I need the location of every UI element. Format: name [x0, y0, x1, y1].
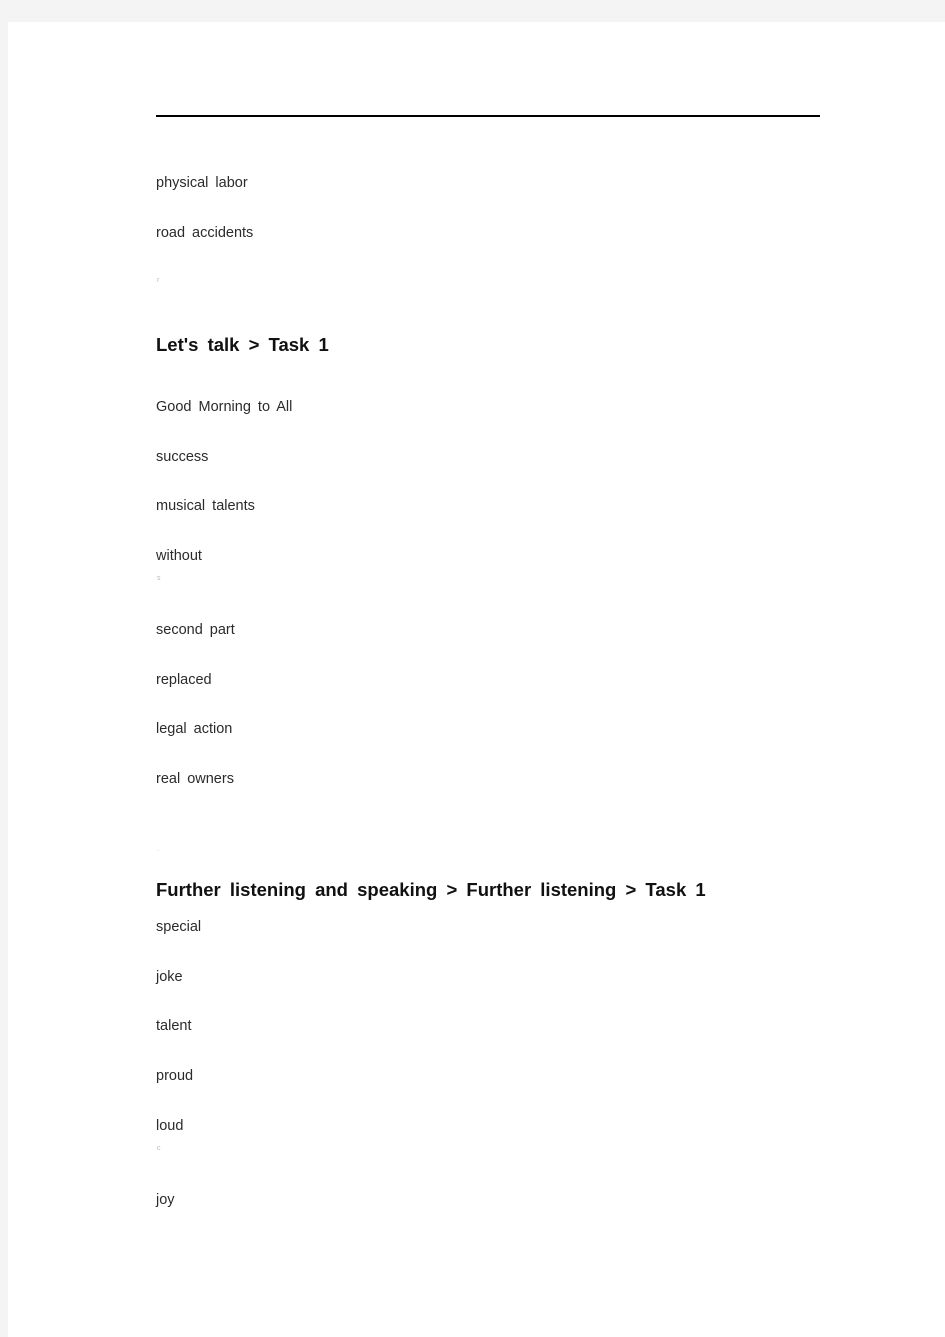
scan-artifact-mark: r [157, 277, 160, 284]
vocabulary-item: special [156, 919, 202, 935]
vocabulary-item: real owners [156, 771, 234, 787]
vocabulary-item: talent [156, 1018, 192, 1034]
horizontal-rule [156, 115, 820, 117]
vocabulary-item: second part [156, 622, 235, 638]
section-heading: Let's talk > Task 1 [156, 334, 329, 355]
document-page: physical labor road accidents r Let's talk … [8, 22, 945, 1337]
vocabulary-item: joke [156, 969, 183, 985]
vocabulary-item: Good Morning to All [156, 399, 293, 415]
vocabulary-item: physical labor [156, 175, 248, 191]
vocabulary-item: road accidents [156, 225, 254, 241]
vocabulary-item: loud [156, 1118, 184, 1134]
vocabulary-item: success [156, 449, 209, 465]
vocabulary-item: musical talents [156, 498, 255, 514]
scan-artifact-mark: c [157, 1145, 161, 1152]
scan-artifact-mark: . [157, 846, 159, 853]
scan-artifact-mark: s [157, 575, 161, 582]
vocabulary-item: without [156, 548, 202, 564]
section-heading: Further listening and speaking > Further… [156, 879, 706, 900]
vocabulary-item: legal action [156, 721, 233, 737]
vocabulary-item: joy [156, 1192, 175, 1208]
vocabulary-item: replaced [156, 672, 212, 688]
vocabulary-item: proud [156, 1068, 194, 1084]
